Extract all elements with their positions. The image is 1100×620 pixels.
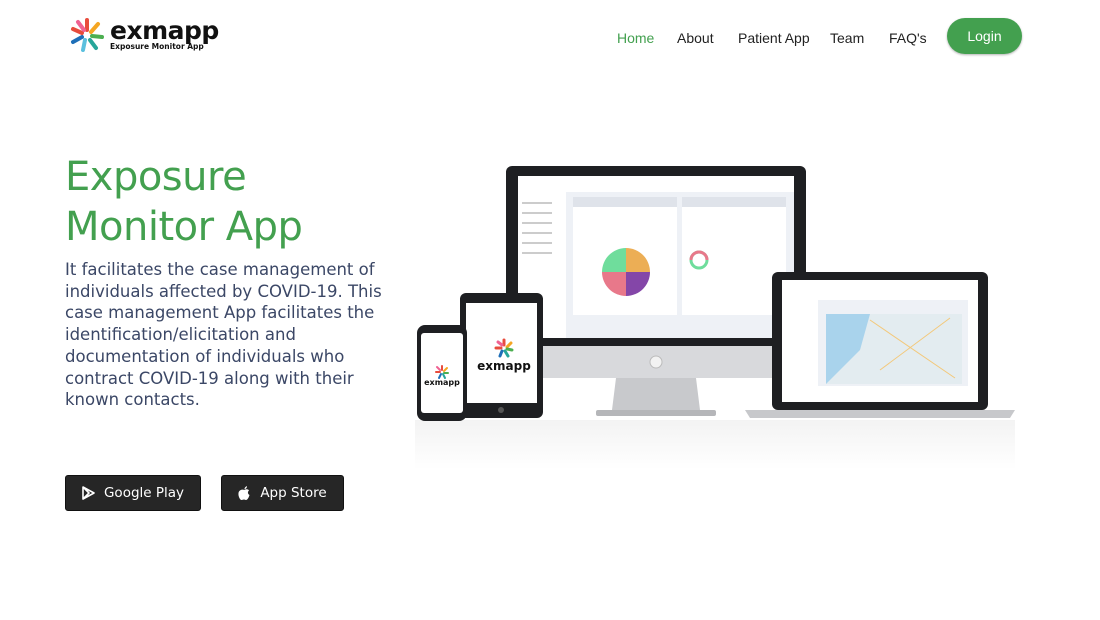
hero-title-line1: Exposure bbox=[65, 154, 247, 200]
app-store-label: App Store bbox=[260, 485, 327, 501]
devices-illustration: exmapp exmapp bbox=[415, 166, 1015, 470]
nav-patient-app[interactable]: Patient App bbox=[738, 30, 810, 46]
exmapp-logo-icon bbox=[71, 18, 104, 52]
nav-home[interactable]: Home bbox=[617, 30, 654, 46]
play-store-icon bbox=[82, 486, 95, 500]
svg-text:exmapp: exmapp bbox=[424, 378, 460, 387]
google-play-label: Google Play bbox=[103, 485, 185, 501]
apple-icon bbox=[238, 485, 250, 500]
google-play-button[interactable]: Google Play bbox=[65, 475, 201, 511]
nav-team[interactable]: Team bbox=[830, 30, 864, 46]
app-store-button[interactable]: App Store bbox=[221, 475, 344, 511]
laptop bbox=[745, 272, 1015, 418]
nav-about[interactable]: About bbox=[677, 30, 714, 46]
brand-logo[interactable]: exmapp Exposure Monitor App bbox=[70, 18, 219, 52]
login-button[interactable]: Login bbox=[947, 18, 1022, 54]
tablet: exmapp bbox=[460, 293, 543, 418]
svg-text:exmapp: exmapp bbox=[477, 359, 531, 373]
desktop-monitor bbox=[506, 166, 806, 416]
hero-title: Exposure Monitor App bbox=[65, 152, 303, 252]
hero-title-line2: Monitor App bbox=[65, 204, 303, 250]
brand-name: exmapp bbox=[110, 15, 219, 45]
phone: exmapp bbox=[417, 325, 467, 421]
hero-description: It facilitates the case management of in… bbox=[65, 260, 382, 410]
brand-tagline: Exposure Monitor App bbox=[110, 41, 204, 51]
nav-faqs[interactable]: FAQ's bbox=[889, 30, 927, 46]
